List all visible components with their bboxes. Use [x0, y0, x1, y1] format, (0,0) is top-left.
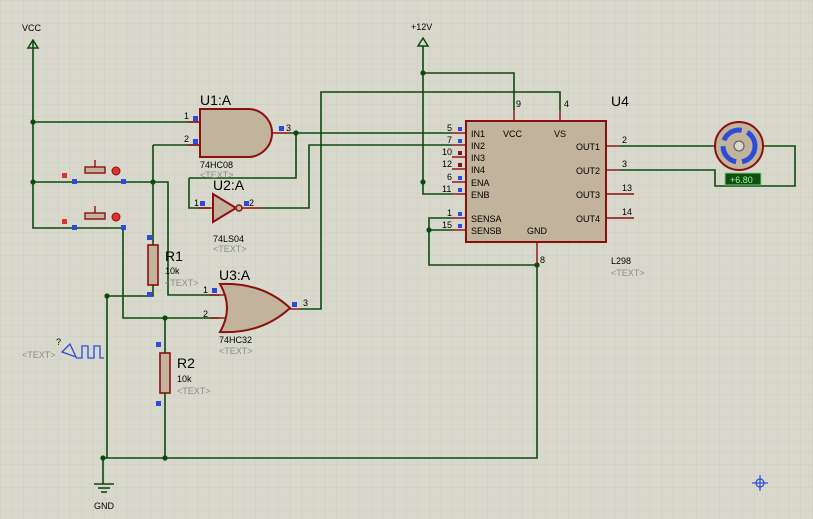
u2-pin2: 2: [249, 198, 254, 208]
u4-pin-out1: 2: [622, 135, 627, 145]
signal-source-question: ?: [56, 337, 61, 347]
u4-label-in3: IN3: [471, 153, 485, 163]
u4-label-ena: ENA: [471, 178, 490, 188]
u4-label-gnd: GND: [527, 226, 548, 236]
u1-pin3: 3: [286, 123, 291, 133]
u4-pin-vs: 4: [564, 99, 569, 109]
u2-pin1: 1: [194, 198, 199, 208]
gnd-label: GND: [94, 501, 115, 511]
vcc-label: VCC: [22, 23, 42, 33]
u4-pin-sensb: 15: [442, 220, 452, 230]
u4-pin-enb: 11: [442, 184, 451, 194]
u4-pin-out2: 3: [622, 159, 627, 169]
button-1-indicator-icon: [111, 166, 121, 176]
u4-label-out4: OUT4: [576, 214, 600, 224]
u4-label-out2: OUT2: [576, 166, 600, 176]
u4-label-enb: ENB: [471, 190, 490, 200]
voltage-probe-value: +6.80: [730, 175, 753, 185]
r1-value: 10k: [165, 266, 180, 276]
u3-part: 74HC32: [219, 335, 252, 345]
u4-pin-ena: 6: [447, 172, 452, 182]
u4-label-in1: IN1: [471, 129, 485, 139]
u1-ref: U1:A: [200, 92, 232, 108]
u2-part: 74LS04: [213, 234, 244, 244]
u4-pin-in2: 7: [447, 135, 452, 145]
u1-pin2: 2: [184, 134, 189, 144]
u4-label-out1: OUT1: [576, 142, 600, 152]
u4-label-sensa: SENSA: [471, 214, 502, 224]
u4-placeholder: <TEXT>: [611, 268, 645, 278]
u4-label-sensb: SENSB: [471, 226, 502, 236]
signal-source-placeholder: <TEXT>: [22, 350, 56, 360]
r1-placeholder: <TEXT>: [165, 278, 199, 288]
r2-placeholder: <TEXT>: [177, 386, 211, 396]
v12-label: +12V: [411, 22, 432, 32]
u4-label-in2: IN2: [471, 141, 485, 151]
u4-pin-out3: 13: [622, 183, 632, 193]
grid-lines: [0, 0, 813, 519]
r1-ref: R1: [165, 248, 183, 264]
voltage-probe: +6.80: [724, 172, 762, 186]
u3-pin3: 3: [303, 298, 308, 308]
u2-ref: U2:A: [213, 177, 245, 193]
schematic-canvas[interactable]: VCC +12V GND U1:A 1 2 3 74HC08 <TEXT> U2…: [0, 0, 813, 519]
u3-ref: U3:A: [219, 267, 251, 283]
dc-motor[interactable]: [713, 121, 765, 171]
button-2-indicator-icon: [111, 212, 121, 222]
u1-part: 74HC08: [200, 160, 233, 170]
u4-pin-sensa: 1: [447, 208, 452, 218]
u4-pin-in3: 10: [442, 147, 452, 157]
u4-pin-gnd: 8: [540, 255, 545, 265]
r2-ref: R2: [177, 355, 195, 371]
u4-label-in4: IN4: [471, 165, 485, 175]
u1-pin1: 1: [184, 111, 189, 121]
u4-label-vcc: VCC: [503, 129, 523, 139]
u2-placeholder: <TEXT>: [213, 244, 247, 254]
u4-label-vs: VS: [554, 129, 566, 139]
u4-part: L298: [611, 256, 631, 266]
u4-pin-in1: 5: [447, 123, 452, 133]
u4-pin-out4: 14: [622, 207, 632, 217]
u3-placeholder: <TEXT>: [219, 346, 253, 356]
u4-label-out3: OUT3: [576, 190, 600, 200]
u4-pin-in4: 12: [442, 159, 452, 169]
r2-value: 10k: [177, 374, 192, 384]
u4-ref: U4: [611, 93, 629, 109]
u4-pin-vcc: 9: [516, 99, 521, 109]
u3-pin1: 1: [203, 285, 208, 295]
u3-pin2: 2: [203, 309, 208, 319]
